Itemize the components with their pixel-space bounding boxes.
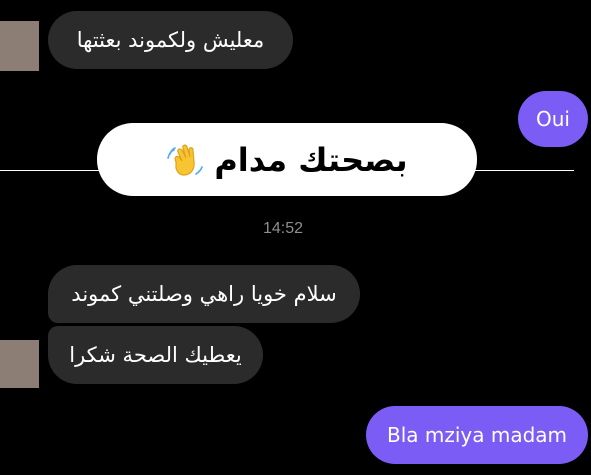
outgoing-message-bubble[interactable]: Bla mziya madam — [366, 406, 588, 464]
text-sticker[interactable]: بصحتك مدام — [97, 123, 477, 196]
sticker-text: بصحتك مدام — [214, 140, 408, 179]
outgoing-message-bubble[interactable]: Oui — [518, 91, 588, 147]
contact-avatar[interactable] — [0, 340, 39, 388]
incoming-message-bubble[interactable]: معليش ولكموند بعثتها — [48, 11, 293, 69]
message-text: سلام خويا راهي وصلتني كموند — [71, 282, 337, 306]
sticker-line-left — [0, 170, 100, 171]
incoming-message-bubble[interactable]: سلام خويا راهي وصلتني كموند — [48, 265, 360, 323]
message-text: Oui — [536, 107, 570, 131]
incoming-message-bubble[interactable]: يعطيك الصحة شكرا — [48, 326, 263, 384]
timestamp: 14:52 — [262, 220, 304, 237]
sticker-line-right — [474, 170, 574, 171]
waving-hand-icon — [166, 140, 206, 180]
message-text: Bla mziya madam — [386, 423, 568, 447]
contact-avatar[interactable] — [0, 21, 39, 71]
message-text: يعطيك الصحة شكرا — [69, 343, 242, 367]
message-text: معليش ولكموند بعثتها — [76, 28, 265, 52]
